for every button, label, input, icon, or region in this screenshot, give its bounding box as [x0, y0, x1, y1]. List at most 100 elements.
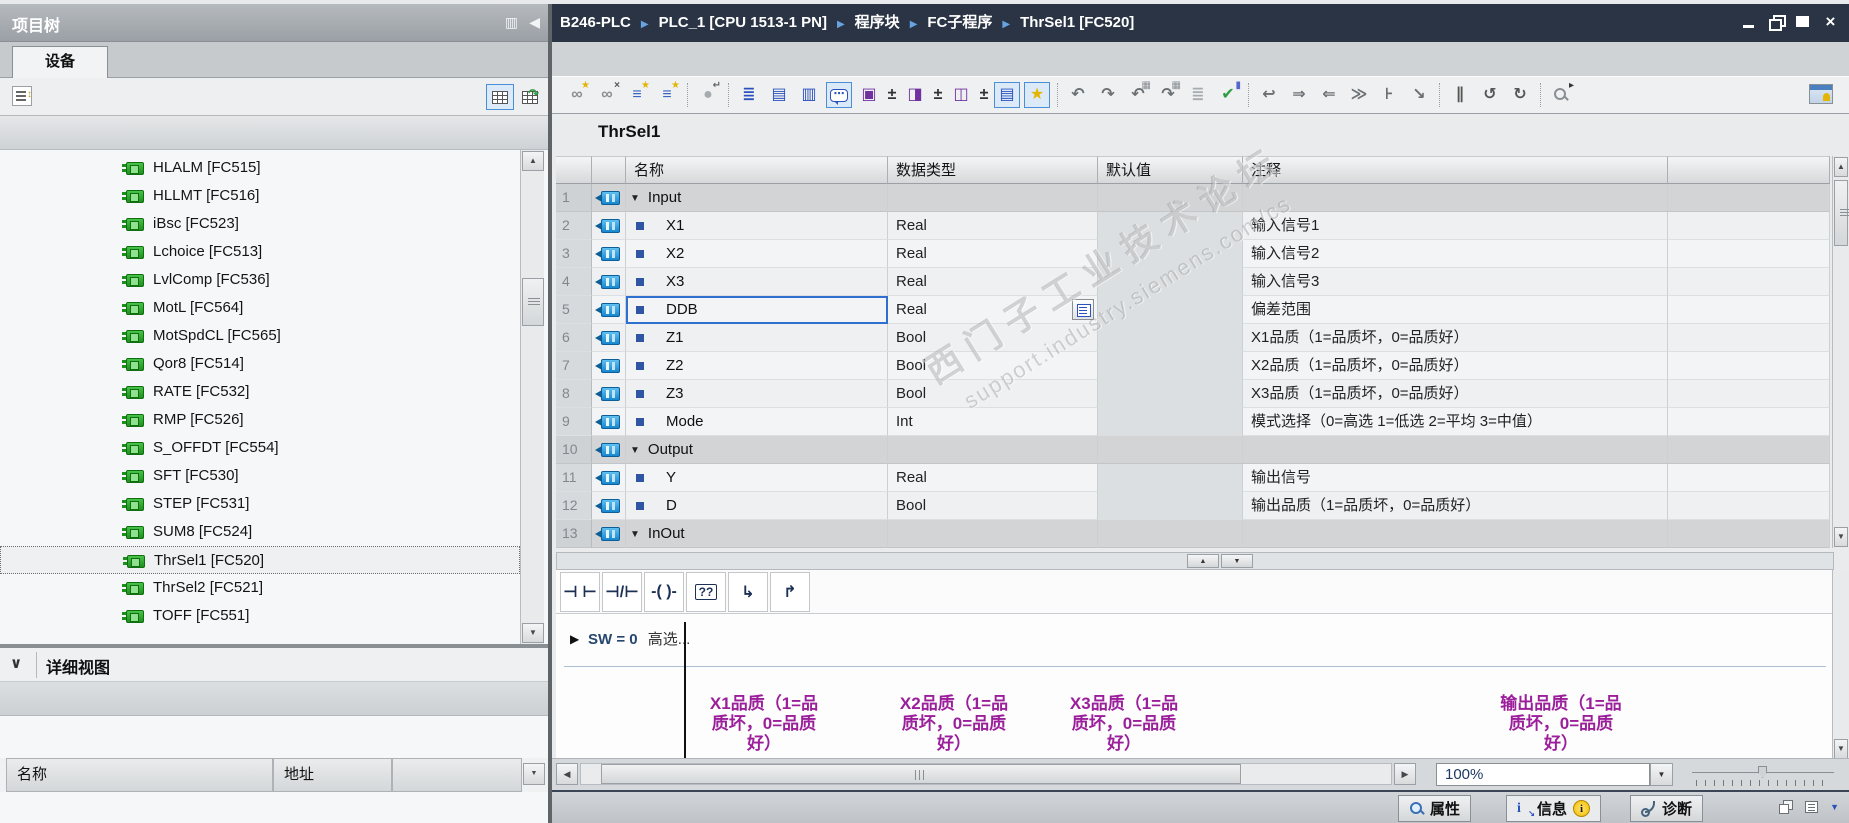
tree-item[interactable]: ThrSel1 [FC520]	[0, 546, 520, 574]
splitter-collapse-down-icon[interactable]: ▼	[1221, 554, 1253, 568]
close-branch-button[interactable]: ↱	[770, 572, 810, 612]
tree-item[interactable]: RMP [FC526]	[0, 406, 520, 434]
tree-item[interactable]: SUM8 [FC524]	[0, 518, 520, 546]
tag-info-icon[interactable]: ▣	[856, 82, 882, 108]
cell-tag[interactable]	[592, 352, 626, 380]
cell-com[interactable]: 偏差范围	[1243, 296, 1668, 324]
tab-diagnostics[interactable]: 诊断	[1630, 795, 1704, 822]
zoom-level-input[interactable]: 100%	[1436, 763, 1650, 786]
table-row[interactable]: 11 Y Real 输出信号	[556, 464, 1830, 492]
cell-com[interactable]: 输出信号	[1243, 464, 1668, 492]
zoom-slider-handle[interactable]	[1758, 766, 1767, 778]
redo-icon[interactable]: ↷	[1095, 82, 1121, 108]
coil-button[interactable]: -( )-	[644, 572, 684, 612]
insert-network-icon[interactable]: ⊦	[1376, 82, 1402, 108]
minimize-button[interactable]	[1741, 14, 1758, 30]
cell-type[interactable]	[888, 436, 1098, 464]
cell-type[interactable]: Real	[888, 268, 1098, 296]
tree-item[interactable]: SFT [FC530]	[0, 462, 520, 490]
cell-com[interactable]: X1品质（1=品质坏，0=品质好）	[1243, 324, 1668, 352]
cell-com[interactable]: 输入信号2	[1243, 240, 1668, 268]
cell-tag[interactable]	[592, 268, 626, 296]
table-row[interactable]: 8 Z3 Bool X3品质（1=品质坏，0=品质好）	[556, 380, 1830, 408]
cell-name[interactable]: Z3	[626, 380, 888, 408]
compile-icon[interactable]: ✔ ▮	[1215, 81, 1241, 108]
cell-type[interactable]: Real	[888, 296, 1098, 324]
section-collapse-icon[interactable]: ▼	[630, 185, 640, 211]
cell-type[interactable]	[888, 520, 1098, 548]
ladder-scroll-down-icon[interactable]: ▼	[1834, 739, 1848, 759]
table-row[interactable]: 4 X3 Real 输入信号3	[556, 268, 1830, 296]
cell-tag[interactable]	[592, 240, 626, 268]
table-row[interactable]: 5 DDB Real 偏差范围	[556, 296, 1830, 324]
table-row[interactable]: 9 Mode Int 模式选择（0=高选 1=低选 2=平均 3=中值）	[556, 408, 1830, 436]
section-collapse-icon[interactable]: ▼	[630, 437, 640, 463]
cell-com[interactable]: 模式选择（0=高选 1=低选 2=平均 3=中值）	[1243, 408, 1668, 436]
tree-scrollbar[interactable]: ▲ ▼	[520, 150, 544, 644]
column-header-com[interactable]: 注释	[1243, 156, 1668, 184]
cell-com[interactable]	[1243, 184, 1668, 212]
cell-type[interactable]: Bool	[888, 352, 1098, 380]
cell-tag[interactable]	[592, 324, 626, 352]
hscroll-right-icon[interactable]: ▶	[1394, 763, 1416, 785]
cell-def[interactable]	[1098, 324, 1243, 352]
cell-type[interactable]: Real	[888, 212, 1098, 240]
table-row[interactable]: 12 D Bool 输出品质（1=品质坏，0=品质好）	[556, 492, 1830, 520]
nc-contact-button[interactable]: ⊣/⊢	[602, 572, 642, 612]
cell-def[interactable]	[1098, 240, 1243, 268]
tab-info[interactable]: i信息i	[1506, 795, 1602, 822]
search-icon[interactable]: ▸	[1548, 81, 1574, 108]
table-scrollbar[interactable]: ▲ ▼	[1832, 156, 1849, 548]
absolute-operands-toggle-icon[interactable]: ▤	[994, 82, 1020, 108]
pin-panel-icon[interactable]: ▥	[505, 14, 518, 31]
breadcrumb-item[interactable]: B246-PLC	[560, 14, 631, 31]
tree-scroll-thumb[interactable]	[522, 278, 544, 326]
cell-name[interactable]: ▼ InOut	[626, 520, 888, 548]
tree-item[interactable]: HLLMT [FC516]	[0, 182, 520, 210]
pause-icon[interactable]: ∥	[1447, 82, 1473, 108]
table-scroll-up-icon[interactable]: ▲	[1834, 157, 1848, 177]
float-window-icon[interactable]	[1779, 800, 1794, 814]
column-header-def[interactable]: 默认值	[1098, 156, 1243, 184]
cell-tag[interactable]	[592, 436, 626, 464]
breadcrumb-item[interactable]: FC子程序	[927, 14, 992, 31]
splitter-collapse-up-icon[interactable]: ▲	[1187, 554, 1219, 568]
tree-scroll-down-icon[interactable]: ▼	[522, 623, 544, 643]
table-scroll-down-icon[interactable]: ▼	[1834, 527, 1848, 547]
zoom-dropdown-icon[interactable]: ▼	[1650, 763, 1673, 786]
cell-num[interactable]: 8	[556, 380, 592, 408]
table-row[interactable]: 1 ▼ Input	[556, 184, 1830, 212]
comments-toggle-icon[interactable]: ⋯	[826, 82, 852, 108]
cell-type[interactable]: Real	[888, 240, 1098, 268]
cell-name[interactable]: DDB	[626, 296, 888, 324]
horizontal-scrollbar[interactable]	[580, 763, 1392, 785]
breadcrumb-item[interactable]: 程序块	[855, 14, 900, 31]
table-row[interactable]: 13 ▼ InOut	[556, 520, 1830, 548]
export-view-button[interactable]: ↷	[516, 84, 544, 110]
cell-def[interactable]	[1098, 296, 1243, 324]
cell-num[interactable]: 7	[556, 352, 592, 380]
tree-sort-icon[interactable]	[12, 86, 32, 106]
restore-button[interactable]	[1768, 14, 1786, 31]
tab-properties[interactable]: 属性	[1398, 795, 1472, 822]
network-title[interactable]: SW = 0 高选...	[588, 628, 690, 649]
table-row[interactable]: 3 X2 Real 输入信号2	[556, 240, 1830, 268]
cell-name[interactable]: X1	[626, 212, 888, 240]
cell-tag[interactable]	[592, 520, 626, 548]
undo-icon[interactable]: ↶	[1065, 82, 1091, 108]
jump-forward-icon[interactable]: ↻	[1507, 82, 1533, 108]
cell-num[interactable]: 11	[556, 464, 592, 492]
tree-item[interactable]: ThrSel2 [FC521]	[0, 574, 520, 602]
tag-info-expand-icon[interactable]: ±	[885, 82, 899, 108]
detail-col-address[interactable]: 地址	[273, 758, 392, 792]
cell-num[interactable]: 2	[556, 212, 592, 240]
cell-def[interactable]	[1098, 268, 1243, 296]
tree-item[interactable]: iBsc [FC523]	[0, 210, 520, 238]
cell-def[interactable]	[1098, 492, 1243, 520]
cell-com[interactable]: 输入信号3	[1243, 268, 1668, 296]
cell-com[interactable]	[1243, 436, 1668, 464]
cell-def[interactable]	[1098, 184, 1243, 212]
close-all-networks-icon[interactable]: ▥	[796, 82, 822, 108]
cell-name[interactable]: ▼ Input	[626, 184, 888, 212]
update-block-calls-icon[interactable]: ≫	[1346, 82, 1372, 108]
